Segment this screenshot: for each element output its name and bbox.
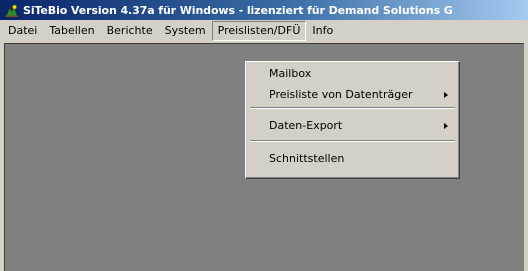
menu-item-preisliste-label: Preisliste von Datenträger xyxy=(269,88,413,101)
menu-separator xyxy=(250,107,455,109)
menu-berichte[interactable]: Berichte xyxy=(101,21,159,41)
preislisten-dropdown-menu: Mailbox Preisliste von Datenträger Daten… xyxy=(245,61,460,179)
menu-item-mailbox[interactable]: Mailbox xyxy=(249,65,456,83)
menu-item-preisliste-von-datentraeger[interactable]: Preisliste von Datenträger xyxy=(249,86,456,104)
window-title: SiTeBio Version 4.37a für Windows - lize… xyxy=(23,3,453,17)
menu-bar: Datei Tabellen Berichte System Preislist… xyxy=(0,20,528,41)
menu-item-daten-export-label: Daten-Export xyxy=(269,119,343,132)
menu-datei[interactable]: Datei xyxy=(2,21,43,41)
menu-item-schnittstellen[interactable]: Schnittstellen xyxy=(249,150,456,168)
menu-item-daten-export[interactable]: Daten-Export xyxy=(249,117,456,135)
submenu-arrow-icon xyxy=(444,123,448,129)
menu-preislisten-dfue[interactable]: Preislisten/DFÜ xyxy=(211,20,307,41)
application-window: SiTeBio Version 4.37a für Windows - lize… xyxy=(0,0,528,271)
submenu-arrow-icon xyxy=(444,92,448,98)
title-bar[interactable]: SiTeBio Version 4.37a für Windows - lize… xyxy=(0,0,528,20)
menu-item-mailbox-label: Mailbox xyxy=(269,67,312,80)
menu-item-schnittstellen-label: Schnittstellen xyxy=(269,152,345,165)
sitebio-app-icon[interactable] xyxy=(4,3,19,18)
menu-separator xyxy=(250,140,455,142)
menu-tabellen[interactable]: Tabellen xyxy=(43,21,100,41)
menu-info[interactable]: Info xyxy=(306,21,339,41)
menu-system[interactable]: System xyxy=(159,21,212,41)
